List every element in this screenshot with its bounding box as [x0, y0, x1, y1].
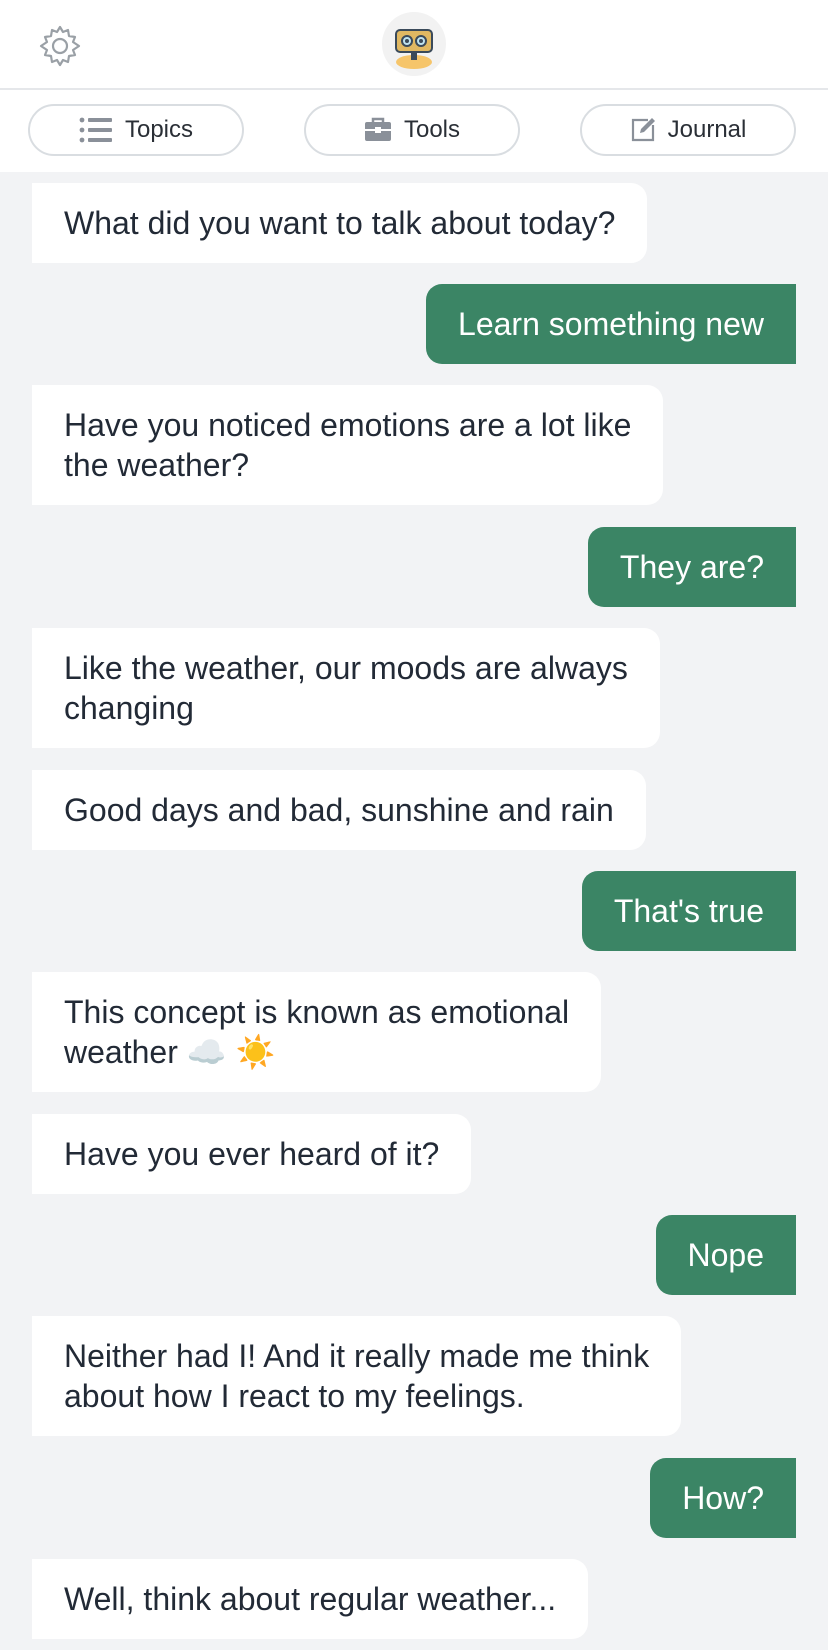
tab-tools-label: Tools [403, 116, 461, 143]
bot-message: What did you want to talk about today? [32, 183, 648, 263]
tab-topics-label: Topics [124, 116, 194, 143]
tab-topics[interactable]: Topics [28, 104, 244, 156]
bot-message: Have you ever heard of it? [32, 1114, 472, 1194]
toolbox-icon [364, 117, 392, 143]
tab-bar: Topics Tools Journal [0, 90, 828, 172]
bot-message: Like the weather, our moods are always c… [32, 628, 660, 748]
robot-avatar-icon [382, 12, 446, 76]
user-message: How? [650, 1458, 796, 1538]
top-bar [0, 0, 828, 90]
tab-journal[interactable]: Journal [580, 104, 796, 156]
bot-message: Neither had I! And it really made me thi… [32, 1316, 682, 1436]
bot-message: This concept is known as emotional weath… [32, 972, 602, 1092]
edit-note-icon [630, 117, 656, 143]
list-icon [79, 116, 113, 144]
tab-tools[interactable]: Tools [304, 104, 520, 156]
chat-thread: What did you want to talk about today? L… [0, 172, 828, 1650]
user-message: That's true [581, 871, 796, 951]
user-message: Learn something new [426, 284, 796, 364]
bot-message: Good days and bad, sunshine and rain [32, 770, 646, 850]
user-message: They are? [587, 527, 796, 607]
user-message: Nope [655, 1215, 796, 1295]
gear-icon[interactable] [36, 22, 84, 70]
bot-message: Have you noticed emotions are a lot like… [32, 385, 664, 505]
tab-journal-label: Journal [667, 116, 747, 143]
bot-message: Well, think about regular weather... [32, 1559, 589, 1639]
